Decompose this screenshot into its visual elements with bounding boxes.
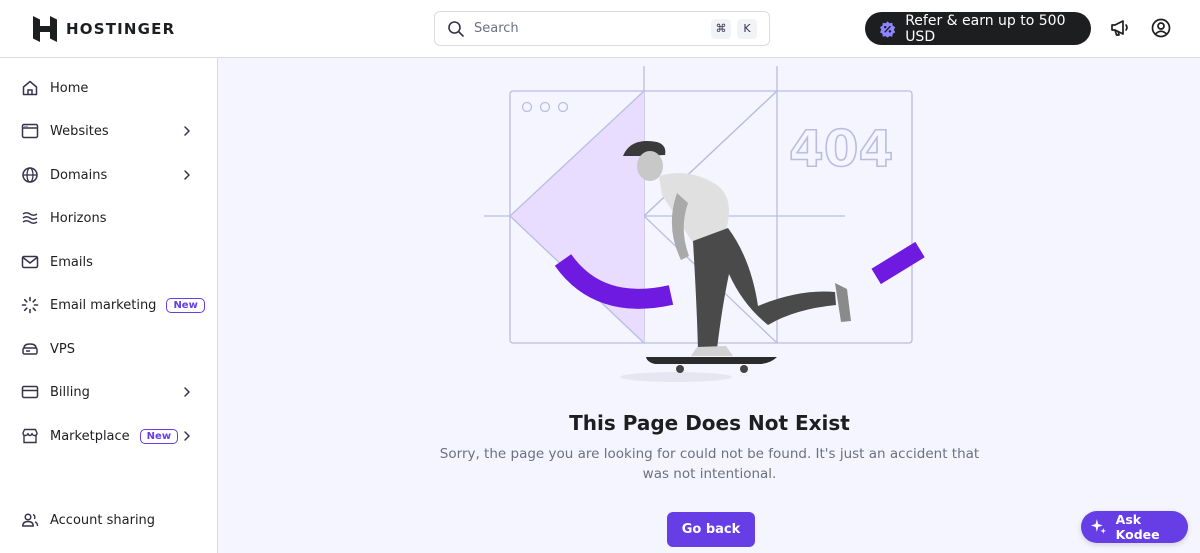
- search-input[interactable]: Search: [474, 21, 705, 36]
- new-badge: New: [166, 297, 205, 313]
- discount-badge-icon: [879, 20, 896, 38]
- go-back-button[interactable]: Go back: [667, 512, 755, 547]
- error-description: Sorry, the page you are looking for coul…: [439, 446, 980, 482]
- brand-name: HOSTINGER: [66, 20, 176, 38]
- sidebar-item-label: Domains: [50, 167, 108, 183]
- main-content: 404 This Page Does Not Exist Sorry, the …: [219, 59, 1200, 553]
- sparkle-loader-icon: [21, 296, 39, 314]
- search-icon: [448, 20, 464, 37]
- new-badge: New: [139, 428, 179, 444]
- sidebar-item-emails[interactable]: Emails: [0, 242, 217, 282]
- ask-kodee-button[interactable]: Ask Kodee: [1081, 511, 1188, 543]
- megaphone-icon[interactable]: [1109, 17, 1131, 39]
- sidebar-item-domains[interactable]: Domains: [0, 155, 217, 195]
- chevron-right-icon: [184, 431, 190, 441]
- hostinger-logo-icon: [33, 16, 57, 42]
- shortcut-cmd-key: ⌘: [711, 18, 731, 39]
- user-account-icon[interactable]: [1150, 17, 1172, 39]
- chevron-right-icon: [184, 170, 190, 180]
- chevron-right-icon: [184, 126, 190, 136]
- sidebar-item-label: Marketplace: [50, 428, 130, 444]
- sidebar-item-horizons[interactable]: Horizons: [0, 198, 217, 238]
- envelope-icon: [21, 255, 39, 269]
- sidebar-item-vps[interactable]: VPS: [0, 329, 217, 369]
- sidebar-item-account-sharing[interactable]: Account sharing: [0, 500, 217, 540]
- refer-earn-label: Refer & earn up to 500 USD: [905, 12, 1066, 45]
- globe-icon: [22, 167, 38, 183]
- hostinger-logo[interactable]: HOSTINGER: [33, 16, 175, 42]
- horizons-waves-icon: [22, 212, 38, 224]
- sidebar-item-label: Home: [50, 80, 89, 96]
- refer-earn-button[interactable]: Refer & earn up to 500 USD: [865, 12, 1091, 45]
- sidebar-item-label: VPS: [50, 341, 75, 357]
- search-bar[interactable]: Search ⌘ K: [434, 11, 770, 46]
- sidebar-item-label: Websites: [50, 123, 109, 139]
- shortcut-k-key: K: [737, 18, 757, 39]
- ask-kodee-label: Ask Kodee: [1115, 512, 1160, 542]
- sidebar-item-label: Billing: [50, 384, 90, 400]
- server-icon: [22, 343, 38, 355]
- home-icon: [22, 80, 38, 96]
- credit-card-icon: [21, 385, 39, 399]
- users-icon: [22, 513, 39, 527]
- error-code-text: 404: [789, 120, 893, 178]
- store-icon: [22, 428, 38, 444]
- browser-window-icon: [21, 123, 39, 139]
- 404-skateboarder-illustration: 404: [484, 66, 925, 382]
- sidebar-item-label: Account sharing: [50, 512, 156, 528]
- sparkle-ai-icon: [1090, 519, 1107, 534]
- sidebar-item-email-marketing[interactable]: Email marketing New: [0, 285, 217, 325]
- sidebar-item-label: Email marketing: [50, 297, 157, 313]
- sidebar: Home Websites Domains Horizons Emails Em…: [0, 58, 218, 553]
- sidebar-item-home[interactable]: Home: [0, 68, 217, 108]
- sidebar-item-websites[interactable]: Websites: [0, 111, 217, 151]
- sidebar-item-billing[interactable]: Billing: [0, 372, 217, 412]
- top-header: HOSTINGER Search ⌘ K Refer & earn up to …: [0, 0, 1200, 58]
- sidebar-item-label: Horizons: [50, 210, 107, 226]
- sidebar-item-marketplace[interactable]: Marketplace New: [0, 416, 217, 456]
- chevron-right-icon: [184, 387, 190, 397]
- error-title: This Page Does Not Exist: [569, 411, 850, 435]
- sidebar-item-label: Emails: [50, 254, 93, 270]
